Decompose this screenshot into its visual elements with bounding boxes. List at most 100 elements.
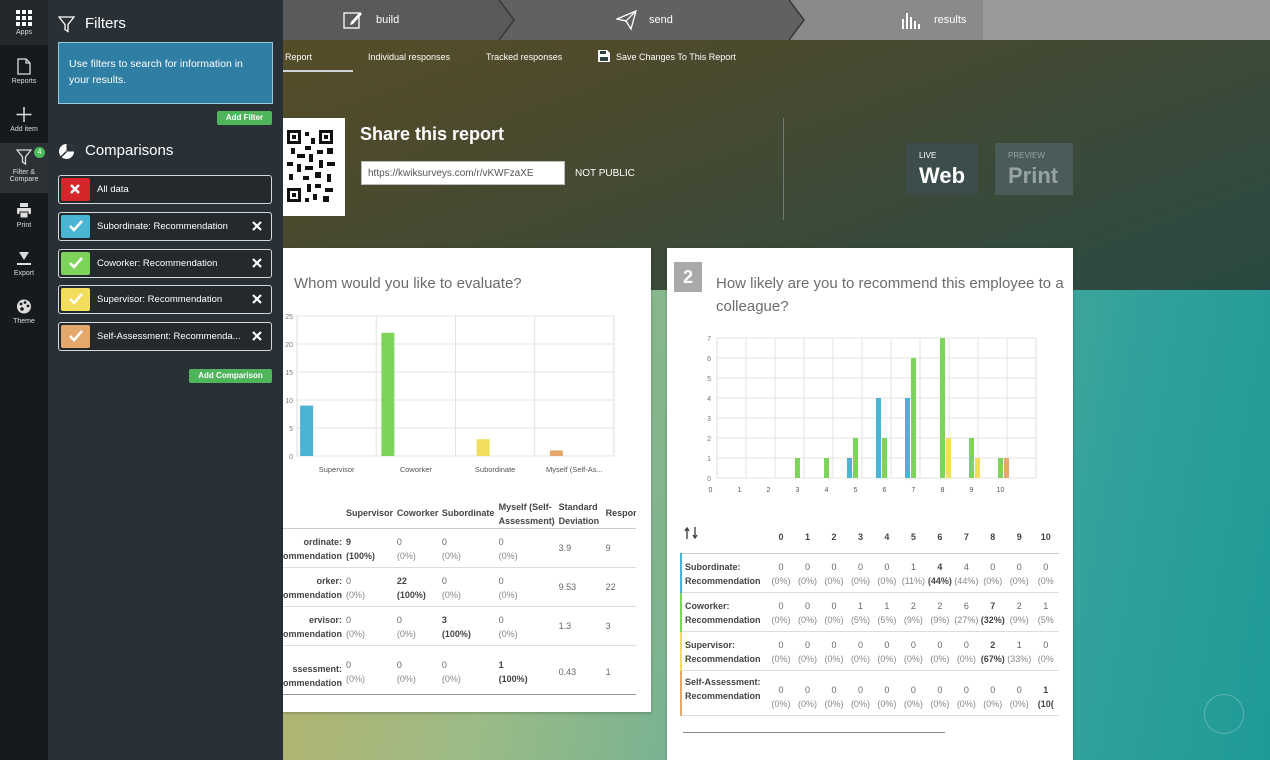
cell-percent: (0%) [877, 699, 897, 709]
check-icon[interactable] [61, 288, 90, 311]
cell-percent: (0%) [396, 629, 416, 639]
cell-percent: (0%) [824, 576, 844, 586]
responses: 9 [605, 543, 611, 553]
cell: 0 (0%) [794, 671, 820, 716]
cell-count: 0 [937, 685, 943, 695]
check-icon[interactable] [61, 325, 90, 348]
comparison-item-all-data[interactable]: All data [58, 175, 272, 204]
cell-percent: (0%) [983, 576, 1003, 586]
cell-count: 0 [441, 576, 447, 586]
tab-tracked-responses[interactable]: Tracked responses [486, 52, 562, 62]
comparison-item-supervisor[interactable]: Supervisor: Recommendation [58, 285, 272, 314]
col-header: 6 [937, 532, 943, 542]
close-icon[interactable] [251, 292, 263, 306]
cell: 0 (0%) [346, 607, 397, 646]
save-icon[interactable] [598, 50, 610, 62]
results-table-1: Supervisor Coworker Subordinate Myself (… [283, 498, 636, 695]
cell-percent: (0%) [1009, 699, 1029, 709]
cell-count: 0 [346, 660, 352, 670]
bar [876, 398, 881, 478]
add-filter-button[interactable]: Add Filter [217, 111, 272, 125]
cell: 0 (0%) [794, 593, 820, 632]
bar [847, 458, 852, 478]
x-tick-label: 7 [912, 487, 916, 494]
cell: 0 (0%) [346, 646, 397, 695]
x-tick-label: 4 [825, 487, 829, 494]
help-button[interactable] [1204, 694, 1244, 734]
cell-percent: (100%) [498, 674, 528, 684]
share-title: Share this report [360, 124, 505, 144]
comparison-label: Supervisor: Recommendation [97, 294, 223, 305]
cell-percent: (0% [1037, 654, 1054, 664]
question-number: 2 [674, 262, 702, 292]
step-results[interactable]: results [900, 0, 1020, 40]
comparison-item-self-assessment[interactable]: Self-Assessment: Recommenda... [58, 322, 272, 351]
workflow-steps: build send results [283, 0, 1270, 40]
close-icon[interactable] [251, 256, 263, 270]
question-title: How likely are you to recommend this emp… [716, 275, 1064, 315]
filter-compare-button[interactable]: 4 Filter & Compare [0, 143, 48, 193]
cell-percent: (0%) [930, 699, 950, 709]
cell-count: 0 [884, 562, 890, 572]
tab-individual-responses[interactable]: Individual responses [368, 52, 450, 62]
x-tick-label: Coworker [400, 465, 433, 474]
step-build[interactable]: build [338, 0, 458, 40]
cell-percent: (0% [1037, 576, 1054, 586]
cell-count: 3 [441, 615, 447, 625]
live-label: LIVE [919, 151, 937, 160]
cell: 0 (0%) [953, 671, 979, 716]
cell-count: 0 [778, 562, 784, 572]
comparison-item-subordinate[interactable]: Subordinate: Recommendation [58, 212, 272, 241]
cell-count: 0 [831, 640, 837, 650]
x-tick-label: 1 [738, 487, 742, 494]
col-header: Coworker [396, 508, 439, 518]
apps-button[interactable]: Apps [0, 0, 48, 45]
cell-percent: (32%) [980, 615, 1005, 625]
cell: 0 (0%) [874, 632, 900, 671]
print-button[interactable]: Print [0, 202, 48, 229]
cell: 0 (0%) [821, 593, 847, 632]
row-label-part: ssessment: [292, 664, 343, 674]
add-comparison-button[interactable]: Add Comparison [189, 369, 272, 383]
live-web-button[interactable]: LIVE Web [906, 143, 978, 195]
tab-report[interactable]: Report [285, 52, 312, 62]
cell-count: 1 [1043, 685, 1049, 695]
share-url-field[interactable]: https://kwiksurveys.com/r/vKWFzaXE [361, 161, 565, 185]
remove-icon[interactable] [61, 178, 90, 201]
cell: 0 (0%) [499, 529, 559, 568]
cell-percent: (0%) [771, 654, 791, 664]
close-icon[interactable] [251, 329, 263, 343]
export-button[interactable]: Export [0, 250, 48, 277]
cell-count: 0 [805, 562, 811, 572]
cell: 7 (32%) [980, 593, 1006, 632]
reports-button[interactable]: Reports [0, 58, 48, 85]
add-item-button[interactable]: Add item [0, 106, 48, 133]
cell-percent: (0%) [498, 590, 518, 600]
paper-plane-icon [616, 9, 637, 31]
reports-label: Reports [11, 78, 37, 85]
close-icon[interactable] [251, 219, 263, 233]
cell: 0 (0%) [1006, 554, 1032, 593]
table-row: ordinate: ommendation 9 (100%) 0 (0%) 0 (0%) 0 (0… [283, 529, 636, 568]
icon-sidebar: Apps Reports Add item 4 Filter & Compare… [0, 0, 48, 760]
save-changes-button[interactable]: Save Changes To This Report [616, 52, 736, 62]
step-send[interactable]: send [613, 0, 733, 40]
comparison-label: Subordinate: Recommendation [97, 221, 228, 232]
x-tick-label: 5 [854, 487, 858, 494]
divider [783, 118, 784, 220]
cell-percent: (0%) [441, 590, 461, 600]
cell-count: 2 [990, 640, 996, 650]
check-icon[interactable] [61, 252, 90, 275]
check-icon[interactable] [61, 215, 90, 238]
preview-print-button[interactable]: PREVIEW Print [995, 143, 1073, 195]
export-label: Export [13, 270, 35, 277]
comparison-item-coworker[interactable]: Coworker: Recommendation [58, 249, 272, 278]
cell-count: 0 [910, 640, 916, 650]
y-tick-label: 5 [289, 426, 293, 433]
row-label-part: ervisor: [308, 615, 343, 625]
theme-button[interactable]: Theme [0, 298, 48, 325]
y-tick-label: 15 [285, 370, 293, 377]
cell-count: 1 [910, 562, 916, 572]
cell-count: 0 [805, 601, 811, 611]
bar [905, 398, 910, 478]
